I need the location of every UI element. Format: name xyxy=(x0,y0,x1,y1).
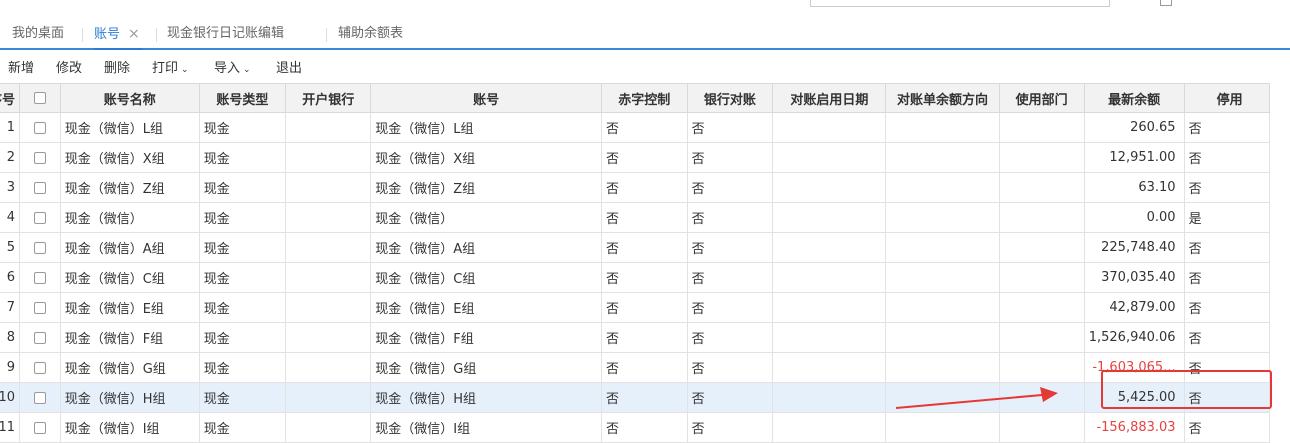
arrow-shaft xyxy=(895,394,1043,409)
arrow-head xyxy=(1040,387,1058,402)
annotation-arrow xyxy=(895,387,1058,409)
